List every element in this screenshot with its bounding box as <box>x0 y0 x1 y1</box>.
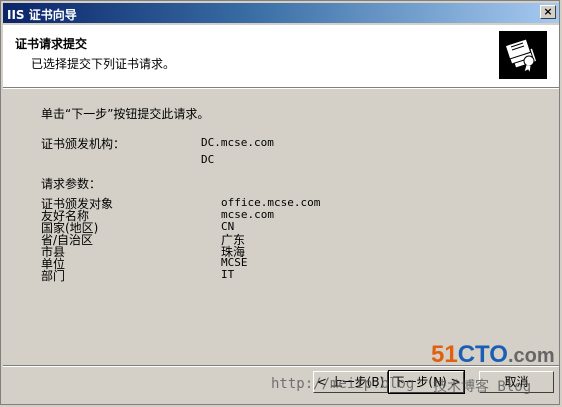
header-divider <box>3 87 559 89</box>
watermark-url: http://meiip.blog <box>271 376 415 392</box>
param-value: IT <box>221 268 235 281</box>
watermark-logo-com: .com <box>507 345 555 367</box>
wizard-window: IIS 证书向导 × 证书请求提交 已选择提交下列证书请求。 单击“下一步”按钮… <box>0 0 560 405</box>
watermark-logo-51: 51 <box>431 341 458 368</box>
watermark-subtitle: 技术博客 Blog <box>433 379 532 395</box>
certificate-icon <box>499 31 547 79</box>
intro-text: 单击“下一步”按钮提交此请求。 <box>41 107 210 121</box>
page-subtitle: 已选择提交下列证书请求。 <box>31 57 176 71</box>
window-title: IIS 证书向导 <box>7 8 77 22</box>
ca-value: DC.mcse.com <box>201 136 274 149</box>
page-title: 证书请求提交 <box>15 37 88 51</box>
params-label: 请求参数： <box>41 177 102 191</box>
wizard-header: 证书请求提交 已选择提交下列证书请求。 <box>3 25 559 87</box>
watermark-logo-cto: CTO <box>457 341 508 368</box>
watermark-logo: 51CTO.com <box>431 341 555 369</box>
close-button[interactable]: × <box>540 5 556 19</box>
param-label: 部门 <box>41 269 66 283</box>
ca-label: 证书颁发机构： <box>41 137 126 151</box>
ca-value-short: DC <box>201 153 215 166</box>
title-bar[interactable]: IIS 证书向导 × <box>3 3 559 23</box>
